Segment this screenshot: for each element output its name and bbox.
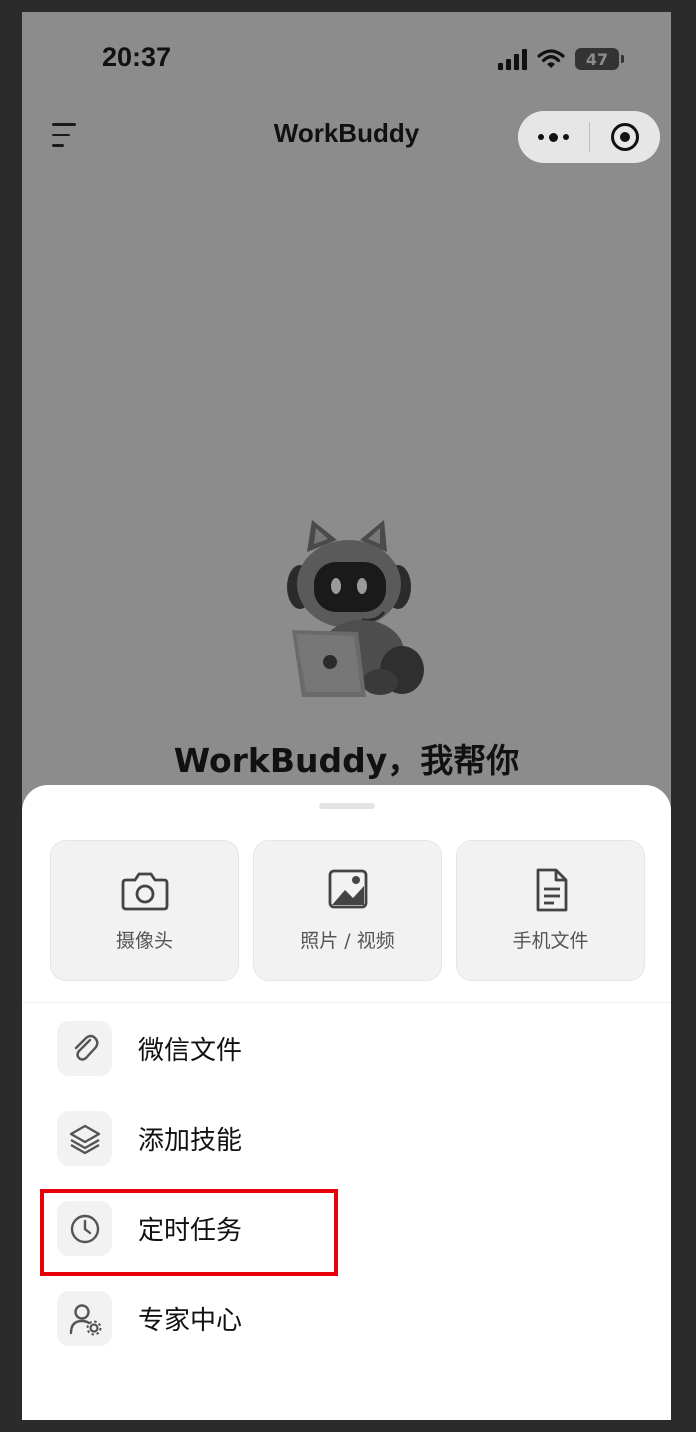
battery-icon: 47 bbox=[575, 48, 624, 70]
miniprogram-capsule bbox=[518, 111, 660, 163]
attachment-sheet: 摄像头 照片 / 视频 手机文件 微信文件 添加技能 定时任务 专家中心 bbox=[22, 785, 671, 1420]
sheet-handle[interactable] bbox=[319, 803, 375, 809]
paperclip-icon bbox=[74, 1034, 98, 1061]
close-miniprogram-button[interactable] bbox=[590, 111, 661, 163]
media-tiles: 摄像头 照片 / 视频 手机文件 bbox=[50, 840, 645, 981]
robot-cat-mascot-icon bbox=[287, 520, 424, 697]
signal-icon bbox=[498, 48, 527, 70]
image-icon bbox=[328, 869, 367, 909]
menu-item-label: 定时任务 bbox=[138, 1216, 243, 1246]
target-circle-icon bbox=[610, 123, 639, 151]
layers-icon bbox=[69, 1124, 100, 1154]
status-icons: 47 bbox=[498, 48, 624, 70]
more-dots-icon bbox=[537, 132, 569, 142]
menu-item-label: 添加技能 bbox=[138, 1126, 243, 1156]
menu-item-label: 专家中心 bbox=[138, 1306, 243, 1336]
tile-photo-video[interactable]: 照片 / 视频 bbox=[253, 840, 442, 981]
more-button[interactable] bbox=[518, 111, 589, 163]
document-icon bbox=[536, 868, 567, 912]
icon-tile bbox=[57, 1291, 112, 1346]
sheet-divider bbox=[22, 1002, 671, 1003]
menu-item-label: 微信文件 bbox=[138, 1036, 243, 1066]
icon-tile bbox=[57, 1021, 112, 1076]
camera-icon bbox=[121, 872, 168, 911]
battery-level: 47 bbox=[585, 49, 609, 69]
menu-item-expert-center[interactable]: 专家中心 bbox=[57, 1291, 242, 1346]
status-time: 20:37 bbox=[102, 42, 172, 72]
clock-icon bbox=[70, 1214, 99, 1243]
hero-title: WorkBuddy，我帮你 bbox=[173, 741, 520, 780]
tile-camera[interactable]: 摄像头 bbox=[50, 840, 239, 981]
tile-label: 手机文件 bbox=[512, 930, 589, 952]
menu-item-add-skill[interactable]: 添加技能 bbox=[57, 1111, 242, 1166]
user-gear-icon bbox=[69, 1303, 101, 1335]
menu-item-wechat-files[interactable]: 微信文件 bbox=[57, 1021, 242, 1076]
tile-label: 照片 / 视频 bbox=[300, 930, 395, 952]
tile-phone-files[interactable]: 手机文件 bbox=[456, 840, 645, 981]
icon-tile bbox=[57, 1111, 112, 1166]
tile-label: 摄像头 bbox=[115, 930, 173, 952]
wifi-icon bbox=[537, 49, 565, 68]
menu-item-scheduled-task[interactable]: 定时任务 bbox=[57, 1201, 242, 1256]
phone-screen: 20:37 47 WorkBuddy WorkBuddy，我帮你 摄像头 照片 … bbox=[22, 12, 671, 1420]
icon-tile bbox=[57, 1201, 112, 1256]
